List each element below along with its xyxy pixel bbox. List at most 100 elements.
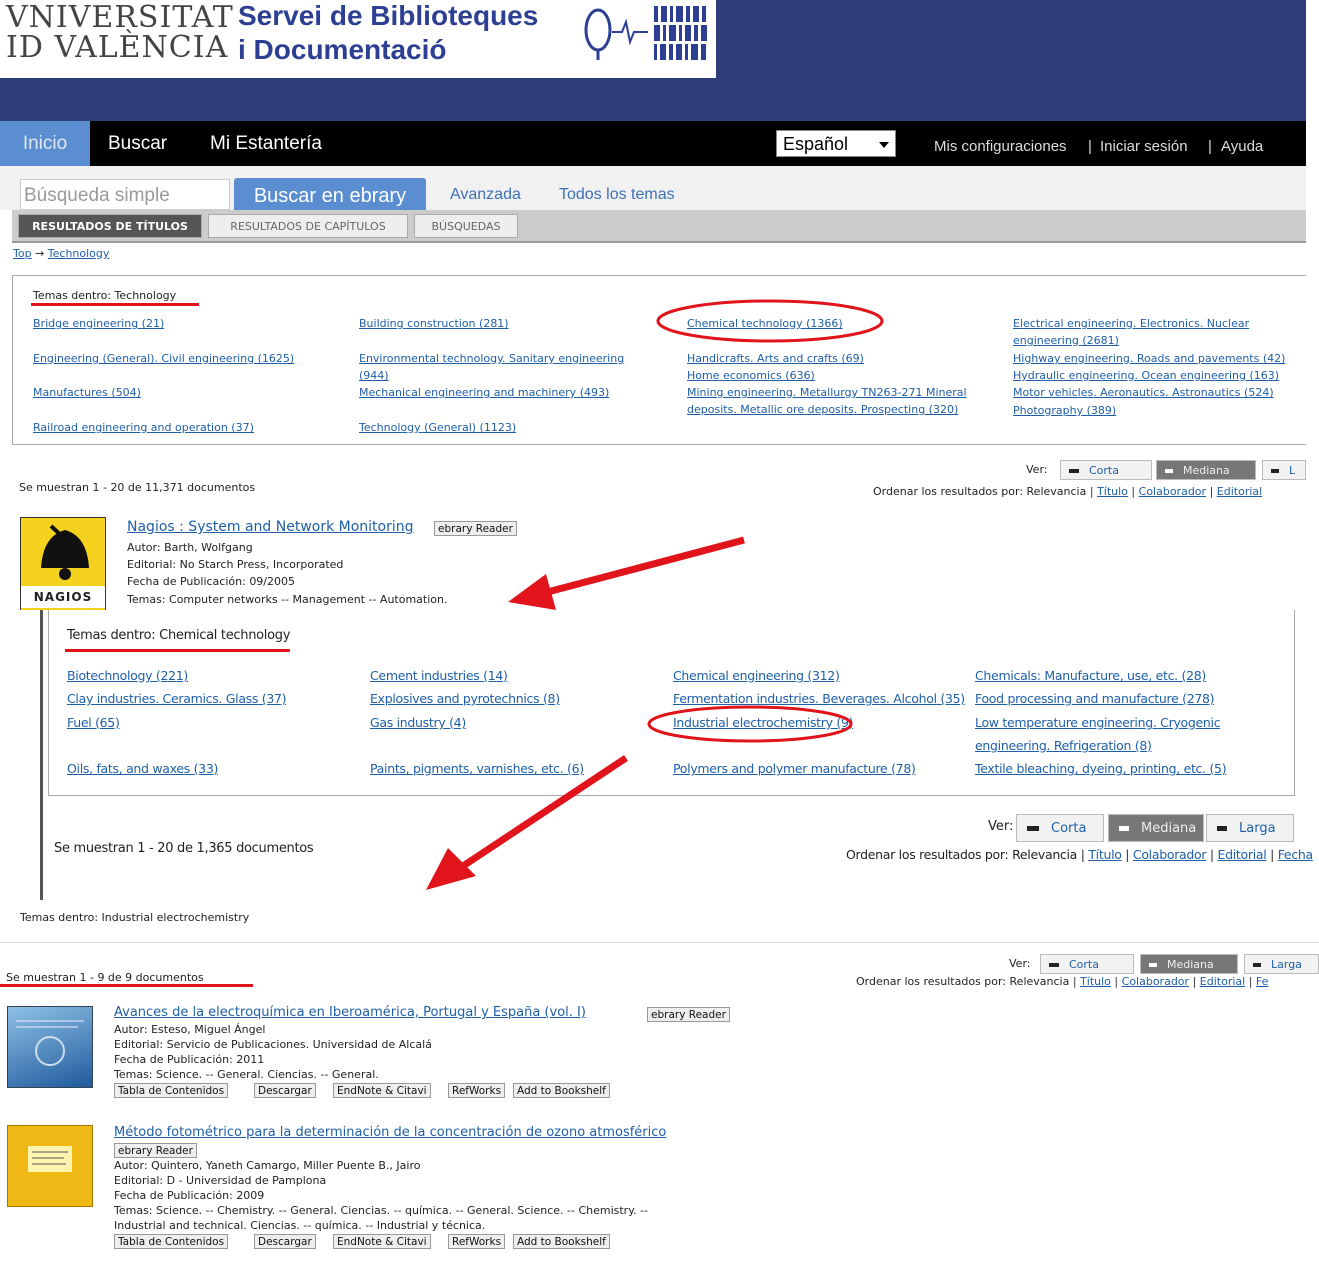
- topic-link[interactable]: Explosives and pyrotechnics (8): [370, 687, 560, 710]
- endnote-button[interactable]: EndNote & Citavi: [333, 1234, 431, 1249]
- red-underline: [31, 303, 199, 306]
- sort-relevancia: Relevancia: [1009, 975, 1070, 988]
- topic-link[interactable]: Food processing and manufacture (278): [975, 687, 1215, 710]
- sort-colaborador[interactable]: Colaborador: [1139, 485, 1206, 498]
- topic-link[interactable]: Hydraulic engineering. Ocean engineering…: [1013, 367, 1279, 384]
- topic-link[interactable]: Textile bleaching, dyeing, printing, etc…: [975, 757, 1227, 780]
- panel3-heading: Temas dentro: Industrial electrochemistr…: [20, 911, 250, 924]
- sort-titulo[interactable]: Título: [1080, 975, 1111, 988]
- link-mis-configuraciones[interactable]: Mis configuraciones: [934, 121, 1067, 166]
- tab-resultados-capitulos[interactable]: RESULTADOS DE CAPÍTULOS: [208, 214, 408, 238]
- breadcrumb-technology[interactable]: Technology: [48, 247, 110, 260]
- topic-link[interactable]: Technology (General) (1123): [359, 419, 516, 436]
- sort-colaborador[interactable]: Colaborador: [1133, 847, 1207, 862]
- book-title-link[interactable]: Método fotométrico para la determinación…: [114, 1125, 666, 1140]
- topic-link[interactable]: Gas industry (4): [370, 711, 466, 734]
- nav-buscar[interactable]: Buscar: [108, 121, 167, 166]
- topic-link[interactable]: engineering. Refrigeration (8): [975, 734, 1152, 757]
- sort-editorial[interactable]: Editorial: [1217, 485, 1262, 498]
- topic-link[interactable]: Highway engineering. Roads and pavements…: [1013, 350, 1285, 367]
- refworks-button[interactable]: RefWorks: [448, 1234, 506, 1249]
- topic-link[interactable]: Mining engineering. Metallurgy TN263-271…: [687, 384, 987, 418]
- topic-link[interactable]: Building construction (281): [359, 315, 509, 332]
- sort-editorial[interactable]: Editorial: [1218, 847, 1267, 862]
- view-larga-button[interactable]: Larga: [1206, 814, 1294, 842]
- link-iniciar-sesion[interactable]: Iniciar sesión: [1100, 121, 1188, 166]
- topic-link[interactable]: Bridge engineering (21): [33, 315, 164, 332]
- topic-link[interactable]: Chemicals: Manufacture, use, etc. (28): [975, 664, 1206, 687]
- tabla-contenidos-button[interactable]: Tabla de Contenidos: [114, 1234, 229, 1249]
- view-corta-button[interactable]: Corta: [1060, 460, 1152, 480]
- descargar-button[interactable]: Descargar: [254, 1234, 316, 1249]
- divider: [40, 610, 43, 900]
- topic-link[interactable]: Biotechnology (221): [67, 664, 188, 687]
- book-topics: Temas: Computer networks -- Management -…: [127, 593, 448, 606]
- topic-link[interactable]: Mechanical engineering and machinery (49…: [359, 384, 609, 401]
- tab-todos-los-temas[interactable]: Todos los temas: [559, 186, 675, 204]
- view-larga-button[interactable]: L: [1262, 460, 1306, 480]
- red-underline: [65, 649, 290, 652]
- tab-busquedas[interactable]: BÚSQUEDAS: [414, 214, 518, 238]
- book-title-link[interactable]: Nagios : System and Network Monitoring: [127, 519, 414, 535]
- book-cover-avances[interactable]: [7, 1006, 93, 1088]
- refworks-button[interactable]: RefWorks: [448, 1083, 506, 1098]
- result-tabs-bar: [12, 210, 1306, 243]
- topic-link[interactable]: Photography (389): [1013, 402, 1116, 419]
- topic-link[interactable]: Motor vehicles. Aeronautics. Astronautic…: [1013, 384, 1274, 401]
- view-mediana-button[interactable]: Mediana: [1108, 814, 1204, 842]
- tabla-contenidos-button[interactable]: Tabla de Contenidos: [114, 1083, 229, 1098]
- view-mediana-button[interactable]: Mediana: [1156, 460, 1256, 480]
- topic-link[interactable]: Railroad engineering and operation (37): [33, 419, 254, 436]
- search-ebrary-tab[interactable]: Buscar en ebrary: [234, 178, 426, 210]
- book-title-link[interactable]: Avances de la electroquímica en Iberoamé…: [114, 1005, 586, 1020]
- ebrary-reader-button[interactable]: ebrary Reader: [647, 1007, 730, 1022]
- topic-link[interactable]: Handicrafts. Arts and crafts (69): [687, 350, 864, 367]
- link-ayuda[interactable]: Ayuda: [1221, 121, 1263, 166]
- tab-resultados-titulos[interactable]: RESULTADOS DE TÍTULOS: [18, 214, 202, 238]
- search-simple-input[interactable]: Búsqueda simple: [20, 179, 230, 210]
- topic-link[interactable]: Electrical engineering. Electronics. Nuc…: [1013, 315, 1293, 349]
- divider: [48, 795, 1295, 796]
- topic-link[interactable]: Low temperature engineering. Cryogenic: [975, 711, 1221, 734]
- view-corta-button[interactable]: Corta: [1040, 954, 1134, 974]
- book-date: Fecha de Publicación: 09/2005: [127, 575, 296, 588]
- ebrary-reader-button[interactable]: ebrary Reader: [114, 1143, 197, 1158]
- add-to-bookshelf-button[interactable]: Add to Bookshelf: [513, 1234, 610, 1249]
- library-logo-icon: [584, 6, 707, 60]
- sort-colaborador[interactable]: Colaborador: [1122, 975, 1189, 988]
- sort-options: Ordenar los resultados por: Relevancia |…: [856, 975, 1269, 988]
- chevron-down-icon: [879, 142, 889, 148]
- bell-icon: [41, 524, 89, 580]
- nav-inicio[interactable]: Inicio: [0, 121, 90, 166]
- tab-avanzada[interactable]: Avanzada: [450, 186, 521, 204]
- sort-label: Ordenar los resultados por:: [846, 847, 1009, 862]
- descargar-button[interactable]: Descargar: [254, 1083, 316, 1098]
- topic-link[interactable]: Manufactures (504): [33, 384, 141, 401]
- topic-link[interactable]: Environmental technology. Sanitary engin…: [359, 350, 649, 384]
- topic-link[interactable]: Clay industries. Ceramics. Glass (37): [67, 687, 287, 710]
- sort-fecha[interactable]: Fecha: [1278, 847, 1313, 862]
- endnote-button[interactable]: EndNote & Citavi: [333, 1083, 431, 1098]
- sort-titulo[interactable]: Título: [1097, 485, 1128, 498]
- book-cover-metodo[interactable]: [7, 1125, 93, 1207]
- view-corta-button[interactable]: Corta: [1016, 814, 1104, 842]
- service-name-line1: Servei de Biblioteques: [238, 0, 539, 31]
- topic-link[interactable]: Home economics (636): [687, 367, 815, 384]
- topic-link[interactable]: Fuel (65): [67, 711, 120, 734]
- topic-link[interactable]: Chemical engineering (312): [673, 664, 840, 687]
- results-count: Se muestran 1 - 20 de 11,371 documentos: [19, 481, 256, 494]
- view-mediana-button[interactable]: Mediana: [1140, 954, 1238, 974]
- breadcrumb-top[interactable]: Top: [13, 247, 32, 260]
- add-to-bookshelf-button[interactable]: Add to Bookshelf: [513, 1083, 610, 1098]
- topic-link[interactable]: Polymers and polymer manufacture (78): [673, 757, 916, 780]
- topic-link[interactable]: Engineering (General). Civil engineering…: [33, 350, 294, 367]
- sort-editorial[interactable]: Editorial: [1200, 975, 1245, 988]
- sort-fecha[interactable]: Fe: [1256, 975, 1269, 988]
- sort-titulo[interactable]: Título: [1088, 847, 1122, 862]
- topic-link[interactable]: Cement industries (14): [370, 664, 508, 687]
- nav-mi-estanteria[interactable]: Mi Estantería: [210, 121, 322, 166]
- book-cover-nagios[interactable]: NAGIOS: [20, 517, 106, 612]
- language-select[interactable]: Español: [776, 130, 896, 157]
- view-larga-button[interactable]: Larga: [1244, 954, 1319, 974]
- topic-link[interactable]: Oils, fats, and waxes (33): [67, 757, 218, 780]
